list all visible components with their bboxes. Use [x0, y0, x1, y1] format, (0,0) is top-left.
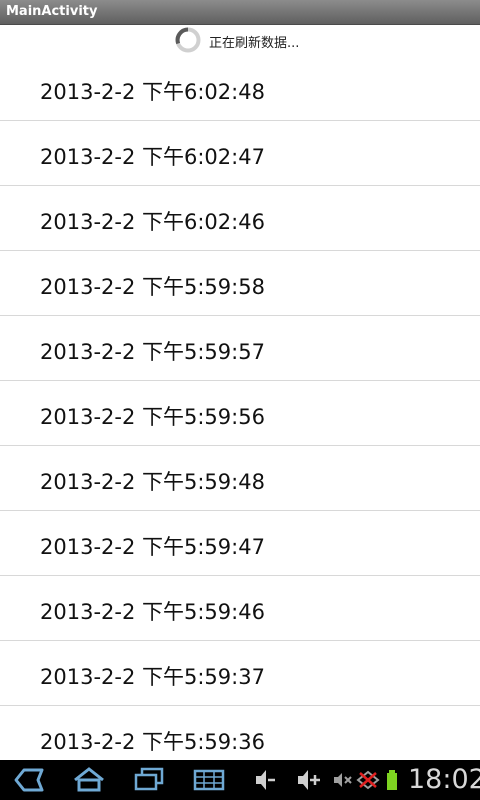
list-item-label: 2013-2-2 下午5:59:37 [40, 665, 265, 689]
list-item-label: 2013-2-2 下午5:59:58 [40, 275, 265, 299]
app-title: MainActivity [6, 4, 98, 19]
list-item[interactable]: 2013-2-2 下午5:59:48 [0, 446, 480, 511]
mute-icon [334, 773, 352, 787]
list-item-label: 2013-2-2 下午5:59:48 [40, 470, 265, 494]
title-bar: MainActivity [0, 0, 480, 25]
list-item[interactable]: 2013-2-2 下午5:59:47 [0, 511, 480, 576]
status-clock: 18:02 [408, 764, 480, 795]
list-item-label: 2013-2-2 下午5:59:47 [40, 535, 265, 559]
volume-up-icon[interactable] [296, 764, 322, 796]
list-item-label: 2013-2-2 下午6:02:48 [40, 80, 265, 104]
list-item[interactable]: 2013-2-2 下午6:02:46 [0, 186, 480, 251]
system-nav-bar: 18:02 [0, 760, 480, 800]
list-item[interactable]: 2013-2-2 下午5:59:46 [0, 576, 480, 641]
refresh-status-text: 正在刷新数据... [209, 36, 300, 51]
list-item[interactable]: 2013-2-2 下午5:59:56 [0, 381, 480, 446]
list-item[interactable]: 2013-2-2 下午5:59:58 [0, 251, 480, 316]
refresh-header: 正在刷新数据... [0, 25, 480, 56]
back-icon[interactable] [10, 764, 46, 796]
list-item-label: 2013-2-2 下午5:59:56 [40, 405, 265, 429]
list-item[interactable]: 2013-2-2 下午6:02:48 [0, 56, 480, 121]
list-item-label: 2013-2-2 下午6:02:46 [40, 210, 265, 234]
volume-down-icon[interactable] [252, 764, 278, 796]
no-signal-icon [356, 770, 380, 790]
list-item-label: 2013-2-2 下午5:59:57 [40, 340, 265, 364]
list-item-label: 2013-2-2 下午5:59:46 [40, 600, 265, 624]
list-item[interactable]: 2013-2-2 下午6:02:47 [0, 121, 480, 186]
menu-grid-icon[interactable] [192, 764, 226, 796]
loading-spinner-icon [175, 27, 201, 53]
timestamp-list[interactable]: 2013-2-2 下午6:02:48 2013-2-2 下午6:02:47 20… [0, 56, 480, 771]
recent-apps-icon[interactable] [132, 764, 166, 796]
list-item[interactable]: 2013-2-2 下午5:59:57 [0, 316, 480, 381]
list-item[interactable]: 2013-2-2 下午5:59:37 [0, 641, 480, 706]
list-item-label: 2013-2-2 下午6:02:47 [40, 145, 265, 169]
home-icon[interactable] [72, 764, 106, 796]
battery-icon [387, 770, 397, 790]
list-item-label: 2013-2-2 下午5:59:36 [40, 730, 265, 754]
